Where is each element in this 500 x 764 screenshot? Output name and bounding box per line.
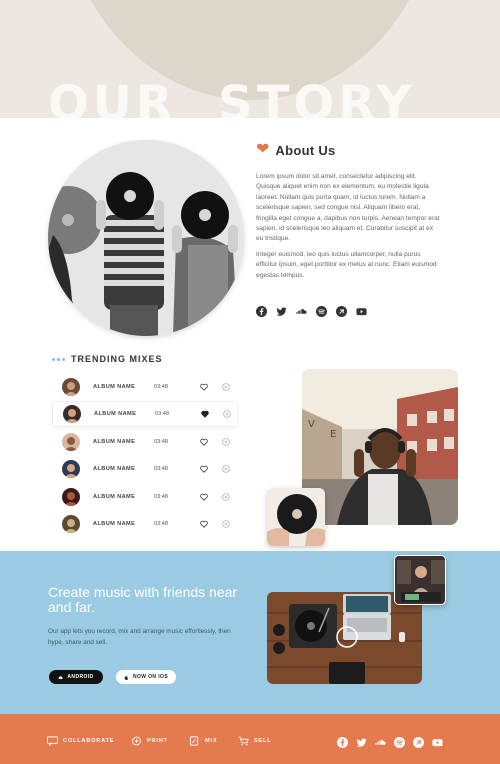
facebook-icon[interactable] <box>337 737 348 748</box>
album-thumbnail <box>62 515 80 533</box>
album-thumbnail <box>62 460 80 479</box>
album-name: ALBUM NAME <box>93 384 136 390</box>
svg-text:E: E <box>330 429 336 440</box>
track-duration: 03:48 <box>154 438 168 445</box>
vinyl-hands-photo <box>267 488 325 546</box>
add-icon[interactable] <box>222 520 230 528</box>
youtube-icon[interactable] <box>432 737 443 748</box>
twitter-icon[interactable] <box>356 737 367 748</box>
heart-icon: ❤ <box>256 141 270 158</box>
add-icon[interactable] <box>222 465 230 473</box>
footer-nav-label: COLLABORATE <box>63 738 115 744</box>
about-social-links <box>256 306 367 317</box>
about-photo <box>48 140 244 336</box>
add-icon[interactable] <box>223 410 231 419</box>
footer-nav-collaborate[interactable]: COLLABORATE <box>47 736 114 746</box>
heart-icon[interactable] <box>200 383 208 391</box>
track-row[interactable]: ALBUM NAME 03:48 <box>52 511 238 537</box>
album-thumbnail <box>62 432 80 451</box>
footer-nav-sell[interactable]: SELL <box>238 736 272 746</box>
studio-photo <box>394 555 446 605</box>
trending-heading: TRENDING MIXES <box>52 354 163 364</box>
track-duration: 03:48 <box>155 411 169 418</box>
album-name: ALBUM NAME <box>93 493 136 500</box>
album-name: ALBUM NAME <box>93 521 136 527</box>
footer-nav-label: MIX <box>205 738 218 744</box>
soundcloud-icon[interactable] <box>375 737 386 748</box>
track-row[interactable]: ALBUM NAME 03:48 <box>52 374 238 400</box>
footer-nav-label: PRINT <box>147 738 168 744</box>
heart-icon[interactable] <box>200 520 208 528</box>
svg-text:V: V <box>308 419 315 430</box>
deezer-icon[interactable] <box>413 737 424 748</box>
footer-nav-mix[interactable]: MIX <box>189 736 217 746</box>
track-duration: 03:48 <box>154 521 168 527</box>
heart-icon[interactable] <box>200 438 208 446</box>
turntable-desk-photo <box>267 592 422 684</box>
add-icon[interactable] <box>222 438 230 446</box>
add-icon[interactable] <box>222 383 230 391</box>
spotify-icon[interactable] <box>316 306 327 317</box>
footer-social-links <box>337 737 443 748</box>
android-button[interactable]: ANDROID <box>49 670 103 684</box>
track-duration: 03:48 <box>154 466 168 473</box>
track-row[interactable]: ALBUM NAME 03:48 <box>52 401 238 428</box>
track-duration: 03:48 <box>154 493 168 500</box>
apple-icon <box>124 675 128 680</box>
album-thumbnail <box>62 487 80 506</box>
hero-banner: OUR STORY <box>0 0 500 118</box>
facebook-icon[interactable] <box>256 306 267 317</box>
heart-icon[interactable] <box>201 410 209 419</box>
chat-icon <box>47 736 58 746</box>
about-heading: ❤ About Us <box>256 142 336 158</box>
hero-title: OUR STORY <box>48 76 416 118</box>
footer-nav-print[interactable]: PRINT <box>131 736 168 746</box>
print-icon <box>132 736 141 746</box>
about-title: About Us <box>275 142 336 158</box>
cloud-icon <box>58 675 64 679</box>
track-row[interactable]: ALBUM NAME 03:48 <box>52 456 238 482</box>
album-name: ALBUM NAME <box>93 438 136 445</box>
footer-nav-label: SELL <box>254 738 272 744</box>
album-name: ALBUM NAME <box>94 411 137 418</box>
deezer-icon[interactable] <box>336 306 347 317</box>
track-row[interactable]: ALBUM NAME 03:48 <box>52 484 238 510</box>
cart-icon <box>238 736 249 746</box>
soundcloud-icon[interactable] <box>296 306 307 317</box>
album-thumbnail <box>62 378 80 396</box>
track-row[interactable]: ALBUM NAME 03:48 <box>52 429 238 455</box>
album-thumbnail <box>63 405 81 424</box>
about-paragraph-2: Integer euismod, leo quis luctus ullamco… <box>256 251 437 279</box>
street-photo: V E <box>302 369 458 525</box>
heart-icon[interactable] <box>200 493 208 501</box>
dots-icon <box>52 357 65 361</box>
youtube-icon[interactable] <box>356 306 367 317</box>
spotify-icon[interactable] <box>394 737 405 748</box>
add-icon[interactable] <box>222 492 230 501</box>
android-button-label: ANDROID <box>67 674 94 680</box>
twitter-icon[interactable] <box>276 306 287 317</box>
promo-title: Create music with friends near and far. <box>48 584 238 615</box>
album-name: ALBUM NAME <box>93 466 136 473</box>
promo-description: Our app lets you record, mix and arrange… <box>48 628 231 646</box>
heart-icon[interactable] <box>200 465 208 473</box>
track-duration: 03:48 <box>154 384 168 390</box>
mix-icon <box>189 736 199 746</box>
ios-button-label: NOW ON IOS <box>132 674 169 680</box>
about-paragraph-1: Lorem ipsum dolor sit amet, consectetur … <box>256 173 440 243</box>
ios-button[interactable]: NOW ON IOS <box>116 670 176 684</box>
trending-title: TRENDING MIXES <box>71 354 163 364</box>
